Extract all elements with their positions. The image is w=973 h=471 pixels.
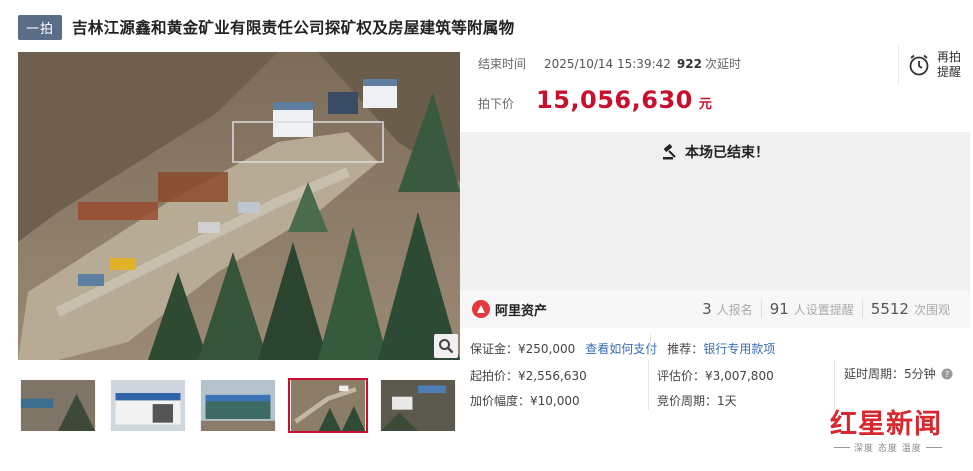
page-header: 一拍 吉林江源鑫和黄金矿业有限责任公司探矿权及房屋建筑等附属物	[18, 14, 514, 40]
bid-period: 竞价周期：1天	[657, 394, 737, 408]
views-count: 5512	[870, 300, 909, 318]
bank-funds-link[interactable]: 银行专用款项	[703, 340, 775, 357]
deposit-label: 保证金：	[470, 342, 519, 356]
reauction-reminder-button[interactable]: 再拍提醒	[898, 46, 970, 84]
views-stat: 5512 次围观	[861, 300, 958, 318]
reminder-label: 人设置提醒	[793, 303, 854, 317]
signup-stat: 3 人报名	[694, 300, 761, 318]
end-time-row: 结束时间 2025/10/14 15:39:42 922 次延时	[478, 55, 741, 72]
stats-bar: 阿里资产 3 人报名 91 人设置提醒 5512 次围观	[460, 290, 970, 328]
payment-help-link[interactable]: 查看如何支付	[585, 340, 657, 357]
thumbnail-1[interactable]	[18, 378, 98, 433]
delay-count: 922	[676, 56, 702, 71]
reminder-stat: 91 人设置提醒	[760, 300, 862, 318]
final-price-label: 拍下价	[478, 97, 515, 111]
deposit-value: ¥250,000	[518, 341, 576, 356]
gavel-icon	[663, 143, 676, 160]
auction-summary: 结束时间 2025/10/14 15:39:42 922 次延时 拍下价 15,…	[460, 42, 970, 132]
final-price-value: 15,056,630	[536, 86, 693, 114]
main-photo[interactable]	[18, 52, 460, 360]
thumbnail-strip	[18, 378, 468, 433]
signup-count: 3	[702, 300, 712, 318]
alarm-clock-icon	[909, 54, 929, 76]
final-price-row: 拍下价 15,056,630 元	[478, 86, 712, 114]
recommend-label: 推荐：	[667, 342, 704, 356]
reauction-reminder-label: 再拍提醒	[937, 50, 962, 79]
watermark-subtitle: 深度 态度 温度	[854, 444, 922, 454]
thumbnail-3[interactable]	[198, 378, 278, 433]
start-price: 起拍价：¥2,556,630	[470, 369, 587, 383]
divider	[648, 360, 649, 410]
delay-suffix: 次延时	[704, 57, 741, 71]
svg-text:?: ?	[945, 370, 949, 379]
final-price-unit: 元	[698, 97, 712, 112]
deposit-row: 保证金： ¥250,000 查看如何支付 推荐： 银行专用款项	[470, 340, 775, 357]
reminder-count: 91	[769, 300, 789, 318]
ended-banner: 本场已结束！	[460, 132, 970, 290]
appraisal-price: 评估价：¥3,007,800	[657, 369, 774, 383]
end-time-value: 2025/10/14 15:39:42	[544, 56, 671, 71]
end-time-label: 结束时间	[478, 57, 527, 71]
platform-name: 阿里资产	[495, 303, 548, 319]
delay-period-row: 延时周期：5分钟 ?	[844, 365, 953, 382]
bid-increment: 加价幅度：¥10,000	[470, 394, 580, 408]
page-title: 吉林江源鑫和黄金矿业有限责任公司探矿权及房屋建筑等附属物	[72, 19, 515, 37]
signup-label: 人报名	[716, 303, 753, 317]
help-icon: ?	[941, 368, 953, 379]
thumbnail-5[interactable]	[378, 378, 458, 433]
auction-round-badge: 一拍	[18, 14, 63, 40]
watermark-title: 红星新闻	[830, 409, 942, 440]
divider	[650, 334, 651, 356]
ended-text: 本场已结束！	[685, 145, 769, 161]
zoom-button[interactable]	[434, 334, 458, 358]
thumbnail-2[interactable]	[108, 378, 188, 433]
platform-logo: 阿里资产	[472, 300, 547, 319]
thumbnail-4[interactable]	[288, 378, 368, 433]
watermark-subtitle-row: 深度 态度 温度	[830, 441, 970, 454]
delay-period: 延时周期：5分钟	[844, 367, 936, 381]
alibaba-assets-icon	[472, 300, 490, 318]
magnifier-icon	[439, 339, 454, 354]
views-label: 次围观	[913, 303, 950, 317]
watermark: 红星新闻 深度 态度 温度	[830, 402, 970, 466]
